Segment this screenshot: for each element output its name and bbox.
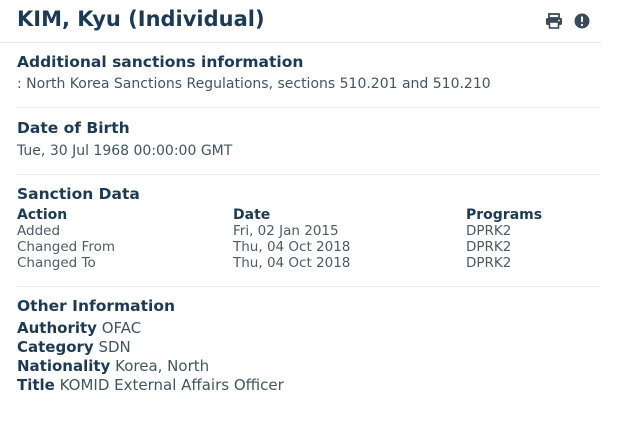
sanction-data-heading: Sanction Data <box>17 185 140 203</box>
additional-info-section: Additional sanctions information : North… <box>17 53 602 93</box>
header-actions <box>544 12 592 30</box>
section-divider <box>17 107 600 108</box>
section-divider <box>17 286 600 287</box>
date-cell: Fri, 02 Jan 2015 <box>233 223 339 239</box>
entity-title: KIM, Kyu (Individual) <box>17 7 265 31</box>
action-column: Action Added Changed From Changed To <box>17 207 115 271</box>
sanction-data-section: Sanction Data <box>17 185 602 203</box>
category-row: Category SDN <box>17 338 602 357</box>
print-button[interactable] <box>544 12 564 30</box>
other-info-section: Other Information Authority OFAC Categor… <box>17 297 602 395</box>
action-cell: Changed From <box>17 239 115 255</box>
print-icon <box>546 13 562 29</box>
alert-icon <box>574 13 590 29</box>
program-cell: DPRK2 <box>466 223 512 239</box>
program-cell: DPRK2 <box>466 239 512 255</box>
nationality-label: Nationality <box>17 357 111 375</box>
report-button[interactable] <box>572 12 592 30</box>
authority-row: Authority OFAC <box>17 319 602 338</box>
dob-value: Tue, 30 Jul 1968 00:00:00 GMT <box>17 143 233 159</box>
category-label: Category <box>17 338 94 356</box>
nationality-row: Nationality Korea, North <box>17 357 602 376</box>
header-divider <box>0 42 601 43</box>
panel-header: KIM, Kyu (Individual) <box>0 0 621 42</box>
other-info-heading: Other Information <box>17 297 176 315</box>
date-cell: Thu, 04 Oct 2018 <box>233 255 351 271</box>
additional-info-text: : North Korea Sanctions Regulations, sec… <box>17 76 491 92</box>
sanctions-detail-panel: KIM, Kyu (Individual) Additional sanctio… <box>0 0 621 444</box>
date-header: Date <box>233 207 271 223</box>
title-label: Title <box>17 376 55 394</box>
section-divider <box>17 174 600 175</box>
programs-column: Programs DPRK2 DPRK2 DPRK2 <box>466 207 542 271</box>
other-info-list: Authority OFAC Category SDN Nationality … <box>17 319 602 395</box>
programs-header: Programs <box>466 207 543 223</box>
title-row: Title KOMID External Affairs Officer <box>17 376 602 395</box>
nationality-value: Korea, North <box>115 357 210 375</box>
category-value: SDN <box>98 338 131 356</box>
title-value: KOMID External Affairs Officer <box>59 376 284 394</box>
dob-heading: Date of Birth <box>17 119 130 137</box>
action-cell: Added <box>17 223 61 239</box>
date-column: Date Fri, 02 Jan 2015 Thu, 04 Oct 2018 T… <box>233 207 350 271</box>
authority-label: Authority <box>17 319 97 337</box>
program-cell: DPRK2 <box>466 255 512 271</box>
action-header: Action <box>17 207 68 223</box>
authority-value: OFAC <box>101 319 142 337</box>
date-cell: Thu, 04 Oct 2018 <box>233 239 351 255</box>
action-cell: Changed To <box>17 255 96 271</box>
additional-info-heading: Additional sanctions information <box>17 53 304 71</box>
dob-section: Date of Birth Tue, 30 Jul 1968 00:00:00 … <box>17 119 602 160</box>
